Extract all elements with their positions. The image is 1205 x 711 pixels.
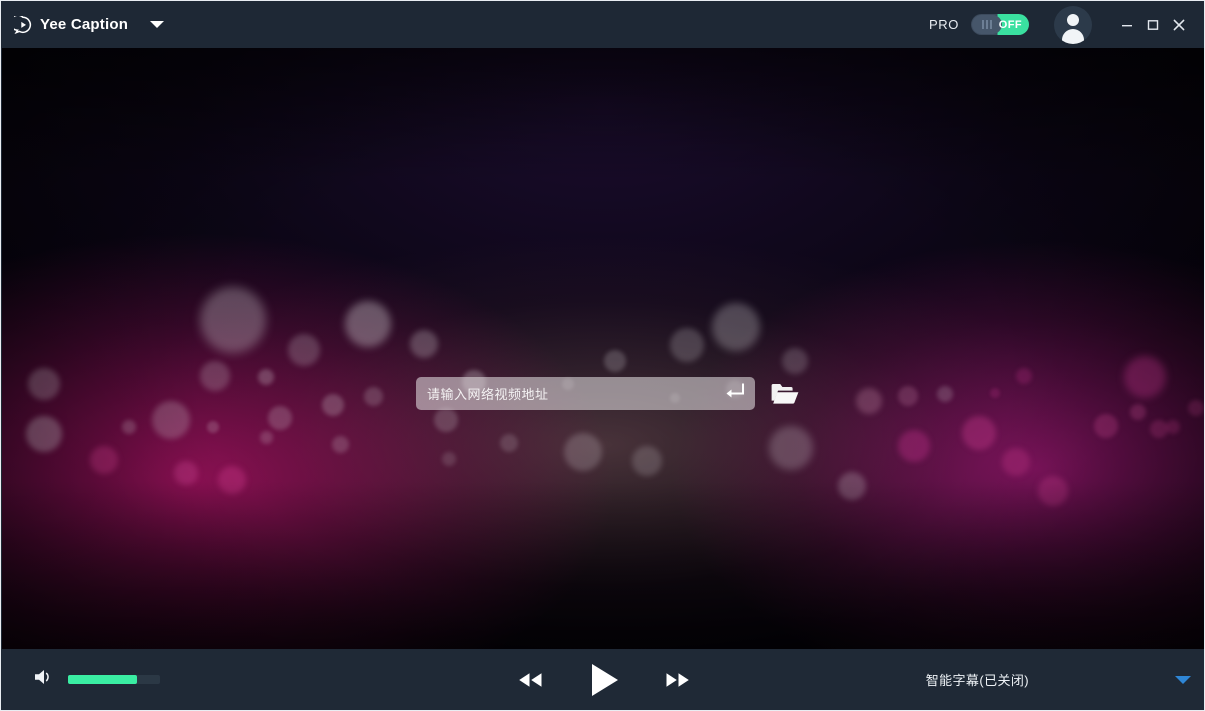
stage-background — [2, 48, 1204, 649]
volume-group — [33, 667, 160, 692]
maximize-button[interactable] — [1140, 10, 1166, 40]
url-input-placeholder: 请输入网络视频地址 — [427, 387, 549, 402]
pro-toggle-state: OFF — [998, 18, 1022, 31]
smart-subtitle-label[interactable]: 智能字幕(已关闭) — [926, 670, 1029, 689]
chevron-down-icon[interactable] — [1175, 675, 1191, 684]
enter-return-icon[interactable] — [722, 382, 746, 405]
folder-open-icon[interactable] — [768, 379, 802, 409]
url-input[interactable]: 请输入网络视频地址 — [416, 377, 755, 410]
playback-control-bar: 智能字幕(已关闭) — [2, 649, 1204, 710]
pro-label: PRO — [929, 17, 959, 32]
speaker-volume-icon[interactable] — [33, 667, 55, 692]
window-controls — [1114, 10, 1192, 40]
close-button[interactable] — [1166, 10, 1192, 40]
smart-subtitle-group: 智能字幕(已关闭) — [926, 670, 1191, 689]
title-bar: Yee Caption PRO OFF — [1, 1, 1204, 48]
transport-controls — [515, 661, 693, 699]
fast-forward-button[interactable] — [663, 669, 693, 691]
user-avatar-icon[interactable] — [1054, 5, 1092, 44]
app-title: Yee Caption — [40, 16, 129, 33]
rewind-button[interactable] — [515, 669, 545, 691]
pro-toggle-knob — [972, 15, 1002, 34]
minimize-button[interactable] — [1114, 10, 1140, 40]
volume-slider[interactable] — [68, 675, 160, 684]
app-window: Yee Caption PRO OFF 请输入网络视频地址 智能字幕(已关闭) — [0, 0, 1205, 711]
play-button[interactable] — [587, 661, 621, 699]
volume-slider-fill — [68, 675, 137, 684]
pro-toggle[interactable]: OFF — [971, 14, 1029, 35]
video-stage[interactable]: 请输入网络视频地址 — [2, 48, 1204, 649]
play-circle-chat-icon — [9, 14, 32, 34]
brand: Yee Caption — [9, 14, 165, 34]
title-bar-right: PRO OFF — [929, 1, 1204, 48]
url-entry-row: 请输入网络视频地址 — [416, 377, 802, 410]
chevron-down-icon[interactable] — [150, 21, 165, 28]
